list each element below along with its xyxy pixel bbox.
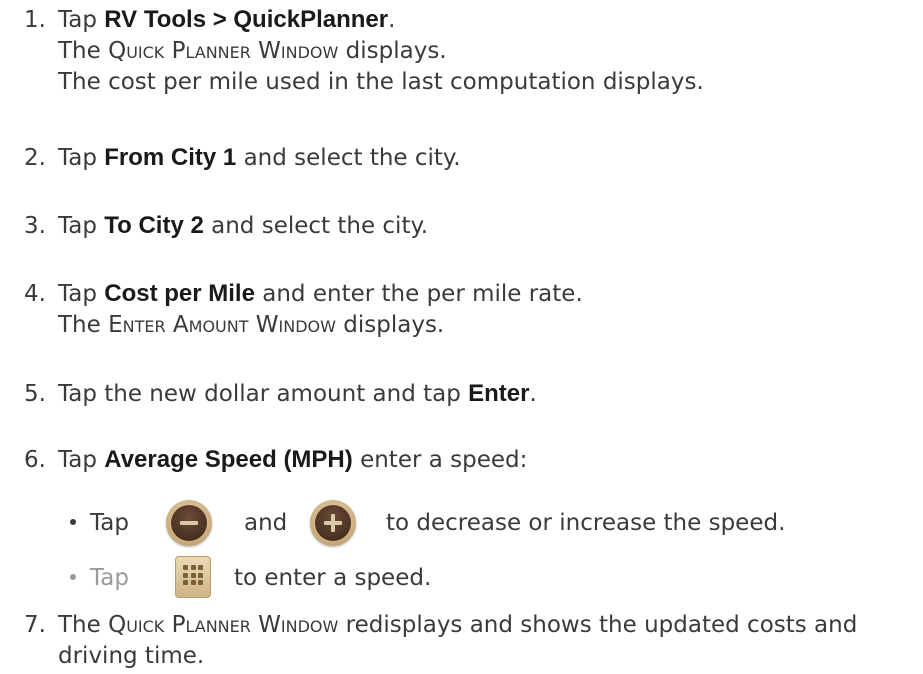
step-6: 6. Tap Average Speed (MPH) enter a speed:: [24, 444, 914, 476]
step-note: The cost per mile used in the last compu…: [58, 69, 704, 95]
step-4: 4. Tap Cost per Mile and enter the per mi…: [24, 278, 914, 341]
step-number: 5.: [24, 381, 46, 407]
window-name: Quick Planner Window: [108, 612, 339, 638]
step-text: and enter the per mile rate.: [254, 281, 583, 307]
step-1: 1. Tap RV Tools > QuickPlanner. The Quick…: [24, 4, 914, 98]
step-text: and select the city.: [203, 213, 429, 239]
bullet-text: and: [244, 510, 288, 536]
step-text: driving time.: [58, 643, 205, 669]
step-2: 2. Tap From City 1 and select the city.: [24, 142, 914, 174]
bullet-keypad: Tap: [70, 563, 129, 594]
step-number: 6.: [24, 447, 46, 473]
step-text: Tap: [58, 213, 105, 239]
bullet-text: Tap: [90, 565, 129, 591]
step-bold: RV Tools > QuickPlanner: [104, 6, 389, 33]
keypad-icon: [175, 556, 211, 598]
step-text: displays.: [335, 312, 445, 338]
window-name: Quick Planner Window: [108, 38, 339, 64]
step-text: Tap the new dollar amount and tap: [58, 381, 469, 407]
step-number: 2.: [24, 145, 46, 171]
window-name: Enter Amount Window: [108, 312, 336, 338]
step-bold: From City 1: [104, 144, 237, 171]
step-5: 5. Tap the new dollar amount and tap Ente…: [24, 378, 914, 410]
step-text: redisplays and shows the updated costs a…: [338, 612, 858, 638]
step-number: 1.: [24, 7, 46, 33]
bullet-dot: [70, 518, 76, 525]
step-text: .: [388, 7, 396, 33]
step-text: Tap: [58, 145, 105, 171]
minus-icon: [166, 500, 212, 546]
step-number: 4.: [24, 281, 46, 307]
step-bold: Average Speed (MPH): [104, 446, 353, 473]
step-text: displays.: [338, 38, 447, 64]
step-text: The: [58, 38, 109, 64]
step-bold: Cost per Mile: [104, 280, 255, 307]
bullet-text: to enter a speed.: [234, 565, 432, 591]
bullet-text: Tap: [90, 510, 129, 536]
step-text: Tap: [58, 281, 105, 307]
bullet-dot: [70, 573, 76, 580]
bullet-text: to decrease or increase the speed.: [386, 510, 786, 536]
bullet-speed-adjust: Tap: [70, 508, 129, 539]
step-text: enter a speed:: [352, 447, 528, 473]
step-text: The: [58, 312, 109, 338]
step-number: 7.: [24, 612, 46, 638]
step-text: .: [529, 381, 537, 407]
step-text: Tap: [58, 7, 105, 33]
step-bold: Enter: [468, 380, 530, 407]
step-text: and select the city.: [236, 145, 461, 171]
step-number: 3.: [24, 213, 46, 239]
step-bold: To City 2: [104, 212, 204, 239]
step-7: 7. The Quick Planner Window redisplays an…: [24, 610, 914, 672]
step-text: Tap: [58, 447, 105, 473]
step-text: The: [58, 612, 109, 638]
step-3: 3. Tap To City 2 and select the city.: [24, 210, 914, 242]
plus-icon: [310, 500, 356, 546]
